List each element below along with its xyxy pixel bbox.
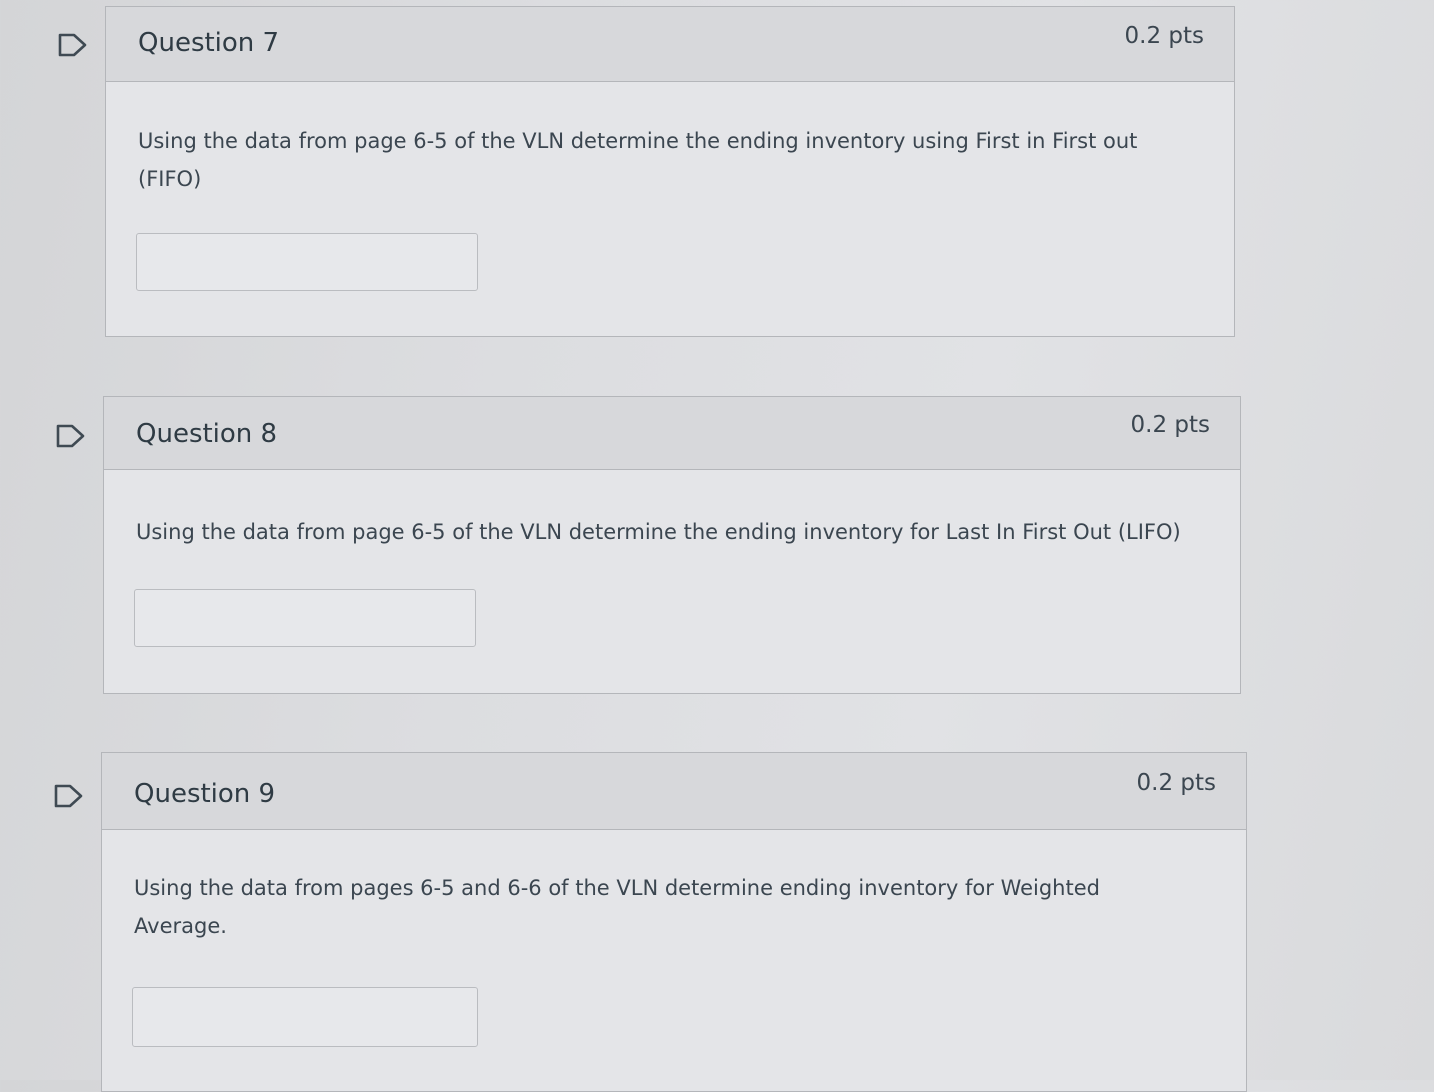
question-8-card: Question 8 0.2 pts Using the data from p… [103,396,1241,694]
question-9-card: Question 9 0.2 pts Using the data from p… [101,752,1247,1092]
question-text: Using the data from pages 6-5 and 6-6 of… [134,876,1100,938]
question-title: Question 7 [138,28,280,58]
question-text: Using the data from page 6-5 of the VLN … [138,129,1138,191]
question-title: Question 8 [136,419,278,449]
answer-input[interactable] [136,233,478,291]
question-8-header: Question 8 0.2 pts [104,397,1240,470]
flag-question-icon[interactable] [56,424,86,448]
question-7-card: Question 7 0.2 pts Using the data from p… [105,6,1235,337]
answer-input[interactable] [134,589,476,647]
question-7-header: Question 7 0.2 pts [106,7,1234,82]
question-title: Question 9 [134,779,276,809]
question-points: 0.2 pts [1130,412,1211,438]
question-points: 0.2 pts [1124,23,1205,49]
question-9-header: Question 9 0.2 pts [102,753,1246,830]
question-points: 0.2 pts [1136,770,1217,796]
answer-input[interactable] [132,987,478,1047]
question-text: Using the data from page 6-5 of the VLN … [136,520,1181,544]
flag-question-icon[interactable] [54,784,84,808]
flag-question-icon[interactable] [58,33,88,57]
